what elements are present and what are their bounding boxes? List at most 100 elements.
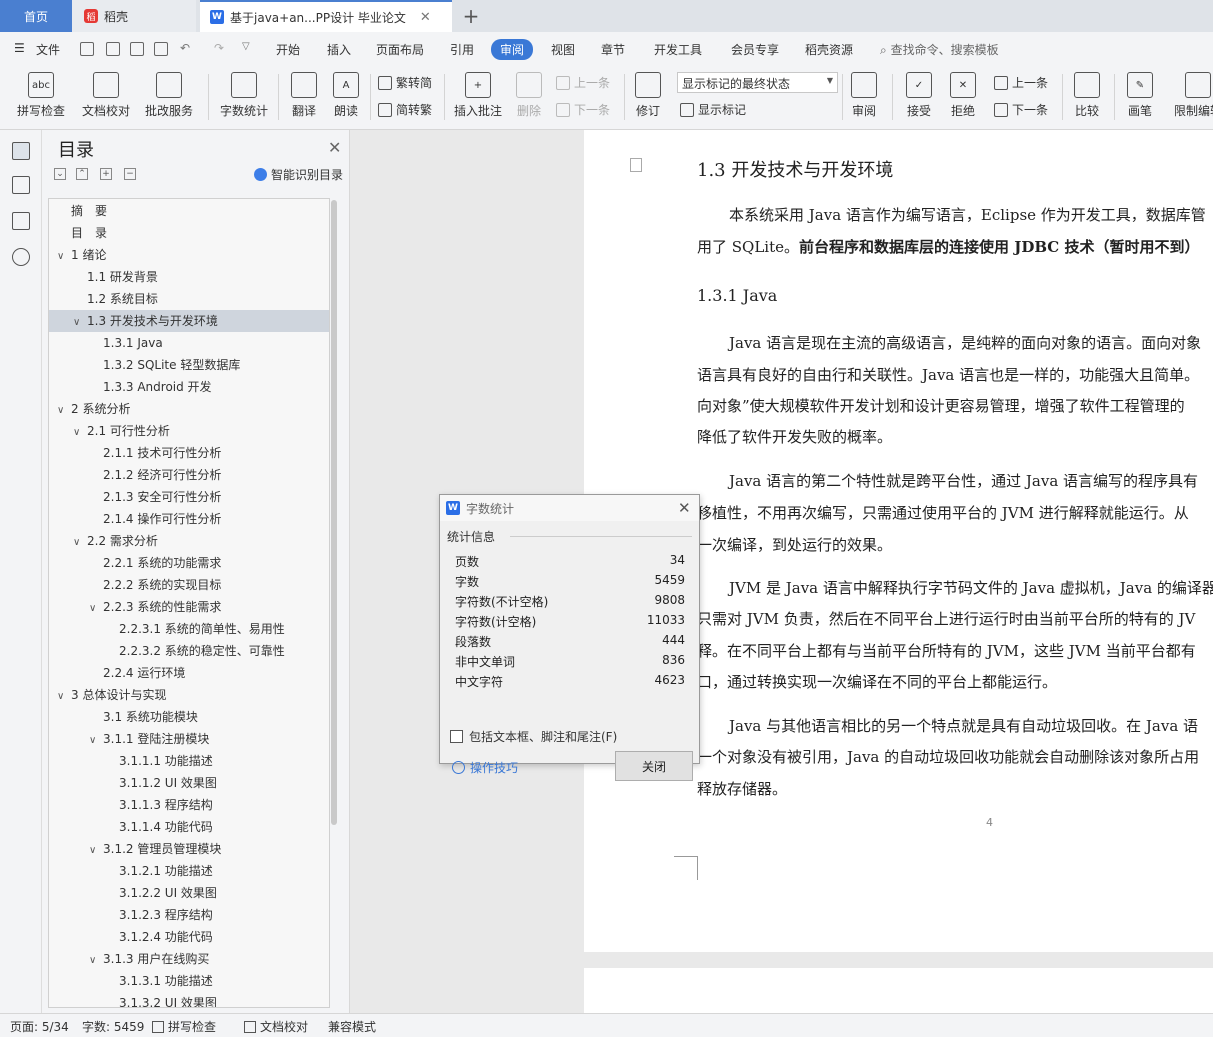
undo-icon[interactable]: ↶ [180,41,190,55]
tips-link[interactable]: 操作技巧 [452,759,518,776]
menu-view[interactable]: 视图 [551,41,575,58]
menu-insert[interactable]: 插入 [327,41,351,58]
chevron-down-icon[interactable]: ∨ [57,400,71,422]
toc-item[interactable]: ∨ 1.3 开发技术与开发环境 [49,310,329,334]
toc-item[interactable]: 3.1.3.2 UI 效果图 [49,992,329,1007]
toc-item[interactable]: ∨ 2.1 可行性分析 [49,420,329,444]
status-spell-check[interactable]: 拼写检查 [152,1018,216,1035]
bookmark-icon[interactable] [12,212,30,230]
show-markup-button[interactable]: 显示标记 [680,101,746,118]
redo-icon[interactable]: ↷ [214,41,224,55]
toc-item[interactable]: 1.3.3 Android 开发 [49,376,329,398]
chevron-down-icon[interactable]: ∨ [89,950,103,972]
toc-item[interactable]: 3.1.2.1 功能描述 [49,860,329,882]
print-icon[interactable] [130,42,144,56]
toc-item[interactable]: ∨ 1 绪论 [49,244,329,266]
toc-item[interactable]: 3.1.2.2 UI 效果图 [49,882,329,904]
accept-change-button[interactable]: ✓ 接受 [902,66,936,119]
save-icon[interactable] [80,42,94,56]
prev-change-button[interactable]: 上一条 [994,74,1048,91]
pen-button[interactable]: ✎ 画笔 [1124,66,1156,119]
menu-dev-tools[interactable]: 开发工具 [654,41,702,58]
toc-item[interactable]: 1.3.2 SQLite 轻型数据库 [49,354,329,376]
smart-toc-button[interactable]: 智能识别目录 [254,166,343,183]
toc-item[interactable]: 3.1 系统功能模块 [49,706,329,728]
page-indicator[interactable]: 页面: 5/34 [10,1018,69,1035]
file-menu[interactable]: 文件 [36,41,60,58]
chapter-nav-icon[interactable] [12,176,30,194]
toc-item[interactable]: 1.3.1 Java [49,332,329,354]
print-preview-icon[interactable] [154,42,168,56]
toc-item[interactable]: 1.2 系统目标 [49,288,329,310]
compare-button[interactable]: 比较 [1070,66,1104,119]
prev-comment-button[interactable]: 上一条 [556,74,610,91]
find-icon[interactable] [12,248,30,266]
paragraph-marker-icon[interactable] [630,158,642,172]
track-changes-button[interactable]: 修订 [630,66,666,119]
read-aloud-button[interactable]: A 朗读 [330,66,362,119]
toc-item[interactable]: 2.1.4 操作可行性分析 [49,508,329,530]
include-textbox-checkbox[interactable]: 包括文本框、脚注和尾注(F) [450,728,617,745]
toc-item[interactable]: ∨ 2.2.3 系统的性能需求 [49,596,329,618]
menu-review[interactable]: 审阅 [491,39,534,60]
toc-panel-icon[interactable] [12,142,30,160]
word-count-indicator[interactable]: 字数: 5459 [82,1018,144,1035]
toc-item[interactable]: ∨ 3 总体设计与实现 [49,684,329,708]
toc-close-icon[interactable]: ✕ [328,138,341,157]
toc-item[interactable]: 2.2.1 系统的功能需求 [49,552,329,574]
toc-item[interactable]: 3.1.2.3 程序结构 [49,904,329,926]
toc-item[interactable]: 1.1 研发背景 [49,266,329,288]
toc-item[interactable]: 2.2.3.2 系统的稳定性、可靠性 [49,640,329,662]
add-heading-icon[interactable]: + [100,168,112,180]
toc-item[interactable]: 目 录 [49,222,329,244]
tab-document-close-icon[interactable]: ✕ [420,10,431,25]
toc-item[interactable]: 2.1.1 技术可行性分析 [49,442,329,464]
toc-item[interactable]: ∨ 3.1.2 管理员管理模块 [49,838,329,862]
delete-comment-button[interactable]: 删除 [510,66,548,119]
search-command-input[interactable]: ⌕ 查找命令、搜索模板 [880,41,999,58]
chevron-down-icon[interactable]: ∨ [73,532,87,554]
next-comment-button[interactable]: 下一条 [556,101,610,118]
dialog-title-bar[interactable]: W 字数统计 [440,495,699,521]
tab-home[interactable]: 首页 [0,0,72,32]
toc-item[interactable]: 3.1.2.4 功能代码 [49,926,329,948]
reject-change-button[interactable]: ✕ 拒绝 [946,66,980,119]
menu-page-layout[interactable]: 页面布局 [376,41,424,58]
chevron-down-icon[interactable]: ∨ [89,730,103,752]
chevron-down-icon[interactable]: ∨ [57,686,71,708]
toc-item[interactable]: 3.1.3.1 功能描述 [49,970,329,992]
menu-reference[interactable]: 引用 [450,41,474,58]
menu-chapter[interactable]: 章节 [601,41,625,58]
export-icon[interactable] [106,42,120,56]
toc-item[interactable]: 3.1.1.3 程序结构 [49,794,329,816]
new-tab-button[interactable]: + [458,0,484,32]
toc-item[interactable]: ∨ 3.1.1 登陆注册模块 [49,728,329,752]
toc-item[interactable]: 3.1.1.4 功能代码 [49,816,329,838]
trad-to-simp-button[interactable]: 繁转简 [378,74,432,91]
chevron-down-icon[interactable]: ∨ [73,422,87,444]
dialog-close-icon[interactable]: ✕ [678,499,691,517]
hamburger-menu-icon[interactable]: ☰ [14,41,25,55]
spell-check-button[interactable]: abc 拼写检查 [12,66,70,119]
remove-heading-icon[interactable]: − [124,168,136,180]
simp-to-trad-button[interactable]: 简转繁 [378,101,432,118]
markup-state-select[interactable]: 显示标记的最终状态 ▼ [677,72,838,93]
insert-comment-button[interactable]: + 插入批注 [452,66,504,119]
chevron-down-icon[interactable]: ∨ [89,840,103,862]
doc-check-button[interactable]: 文档校对 [80,66,132,119]
toc-item[interactable]: 2.1.3 安全可行性分析 [49,486,329,508]
toc-scrollbar[interactable] [331,200,337,825]
toc-item[interactable]: ∨ 2.2 需求分析 [49,530,329,554]
toc-item[interactable]: 3.1.1.1 功能描述 [49,750,329,772]
collapse-all-icon[interactable]: ⌄ [54,168,66,180]
review-pane-button[interactable]: 审阅 [848,66,880,119]
toc-item[interactable]: 摘 要 [49,200,329,222]
chevron-down-icon[interactable]: ∨ [73,312,87,334]
status-doc-check[interactable]: 文档校对 [244,1018,308,1035]
tab-daoke[interactable]: 稻 稻壳 [72,0,196,32]
tab-document[interactable]: W 基于java+an...PP设计 毕业论文 ✕ [200,0,452,32]
expand-up-icon[interactable]: ⌃ [76,168,88,180]
toc-item[interactable]: 3.1.1.2 UI 效果图 [49,772,329,794]
approve-service-button[interactable]: 批改服务 [140,66,198,119]
menu-member[interactable]: 会员专享 [731,41,779,58]
